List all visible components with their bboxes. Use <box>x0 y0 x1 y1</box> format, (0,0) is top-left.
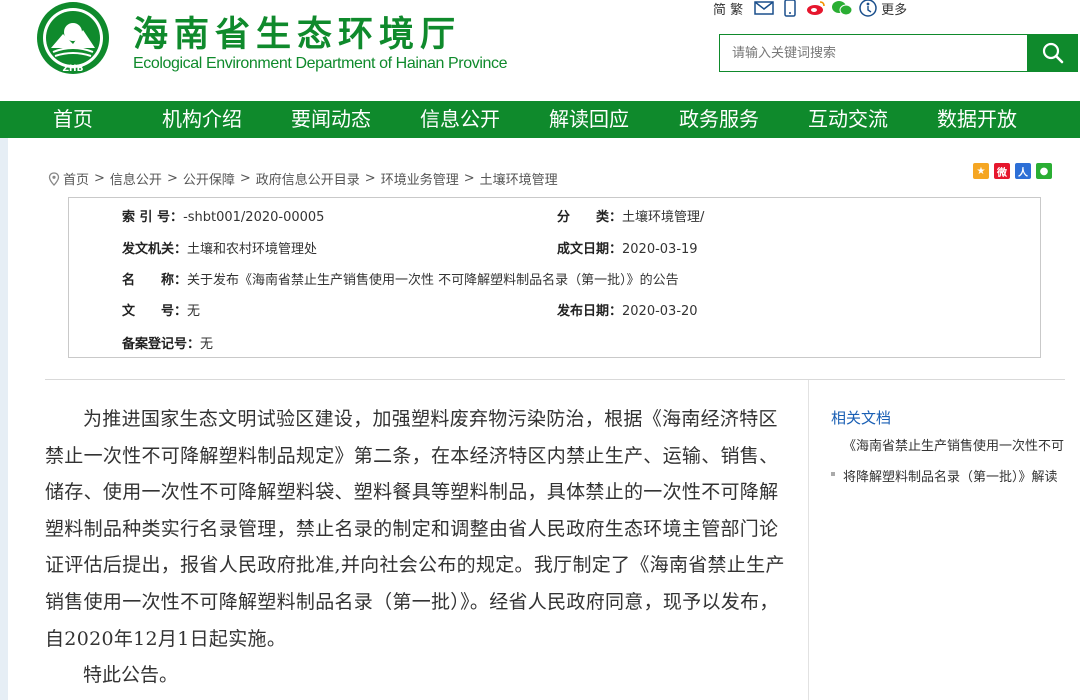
weibo-share-icon[interactable]: 微 <box>994 163 1010 179</box>
site-logo-emblem[interactable]: ZHB <box>33 0 113 80</box>
breadcrumb-soil[interactable]: 土壤环境管理 <box>480 169 558 188</box>
site-header: ZHB 海南省生态环境厅 Ecological Environment Depa… <box>0 0 1080 101</box>
breadcrumb-separator: > <box>166 171 178 186</box>
nav-item-home[interactable]: 首页 <box>53 101 93 138</box>
info-issuer-label: 发文机关： <box>122 242 188 257</box>
breadcrumb-disclosure[interactable]: 信息公开 <box>110 169 162 188</box>
wechat-share-icon[interactable]: ● <box>1036 163 1052 179</box>
info-index: 索 引 号：-shbt001/2020-00005 <box>122 206 324 225</box>
info-name: 名 称：关于发布《海南省禁止生产销售使用一次性 不可降解塑料制品名录（第一批）》… <box>122 269 679 288</box>
site-title[interactable]: 海南省生态环境厅 <box>133 6 461 57</box>
logo-text: ZHB <box>63 64 84 74</box>
wechat-icon[interactable] <box>831 0 853 18</box>
sidebar-divider <box>808 380 809 700</box>
search-input[interactable] <box>720 35 1027 71</box>
nav-item-interpretation[interactable]: 解读回应 <box>549 101 629 138</box>
article-paragraph: 为推进国家生态文明试验区建设，加强塑料废弃物污染防治，根据《海南经济特区禁止一次… <box>45 408 785 650</box>
info-name-value: 关于发布《海南省禁止生产销售使用一次性 不可降解塑料制品名录（第一批）》的公告 <box>187 273 679 288</box>
breadcrumb-separator: > <box>239 171 251 186</box>
language-switch[interactable]: 简 繁 <box>713 0 743 18</box>
location-pin-icon <box>48 171 60 186</box>
search-icon <box>1042 42 1064 64</box>
breadcrumb-home[interactable]: 首页 <box>63 169 89 188</box>
search-field-wrapper <box>719 34 1028 72</box>
article-closing: 特此公告。 <box>83 664 179 687</box>
breadcrumb-assurance[interactable]: 公开保障 <box>183 169 235 188</box>
breadcrumb-env-management[interactable]: 环境业务管理 <box>381 169 459 188</box>
info-docno-label: 文 号： <box>122 304 188 319</box>
document-info-box: 索 引 号：-shbt001/2020-00005 分 类：土壤环境管理/ 发文… <box>68 197 1041 358</box>
info-issuer: 发文机关：土壤和农村环境管理处 <box>122 238 317 257</box>
breadcrumb-catalog[interactable]: 政府信息公开目录 <box>256 169 360 188</box>
related-docs-title: 相关文档 <box>831 409 892 427</box>
nav-item-interaction[interactable]: 互动交流 <box>808 101 888 138</box>
nav-item-disclosure[interactable]: 信息公开 <box>420 101 500 138</box>
info-created-label: 成文日期： <box>557 242 623 257</box>
info-docno: 文 号：无 <box>122 300 200 319</box>
utility-bar: 简 繁 更多 <box>713 0 907 19</box>
nav-item-services[interactable]: 政务服务 <box>679 101 759 138</box>
site-title-english: Ecological Environment Department of Hai… <box>133 55 508 72</box>
info-published-value: 2020-03-20 <box>622 304 698 319</box>
info-published: 发布日期：2020-03-20 <box>557 300 698 319</box>
info-name-label: 名 称： <box>122 273 188 288</box>
info-record-value: 无 <box>200 337 214 352</box>
info-record-label: 备案登记号： <box>122 337 201 352</box>
breadcrumb-separator: > <box>94 171 105 186</box>
share-bar: ★ 微 人 ● <box>973 163 1057 179</box>
info-docno-value: 无 <box>187 304 201 319</box>
more-link[interactable]: 更多 <box>881 0 907 18</box>
breadcrumb: 首页 > 信息公开 > 公开保障 > 政府信息公开目录 > 环境业务管理 > 土… <box>48 169 558 188</box>
nav-item-open-data[interactable]: 数据开放 <box>937 101 1017 138</box>
breadcrumb-separator: > <box>463 171 475 186</box>
mail-icon[interactable] <box>753 0 775 18</box>
info-index-value: -shbt001/2020-00005 <box>183 210 325 225</box>
info-created: 成文日期：2020-03-19 <box>557 238 698 257</box>
related-doc-bullet <box>831 472 835 476</box>
info-record: 备案登记号：无 <box>122 333 213 352</box>
info-published-label: 发布日期： <box>557 304 623 319</box>
breadcrumb-separator: > <box>364 171 376 186</box>
info-index-label: 索 引 号： <box>122 210 184 225</box>
nav-item-about[interactable]: 机构介绍 <box>162 101 242 138</box>
mobile-icon[interactable] <box>779 0 801 18</box>
info-category-value: 土壤环境管理/ <box>622 210 705 225</box>
qzone-share-icon[interactable]: ★ <box>973 163 989 179</box>
weibo-icon[interactable] <box>805 0 827 18</box>
content-divider <box>45 379 1065 380</box>
nav-item-news[interactable]: 要闻动态 <box>291 101 371 138</box>
main-nav: 首页 机构介绍 要闻动态 信息公开 解读回应 政务服务 互动交流 数据开放 <box>0 101 1080 138</box>
info-category: 分 类：土壤环境管理/ <box>557 206 704 225</box>
related-doc-link[interactable]: 《海南省禁止生产销售使用一次性不可将降解塑料制品名录（第一批）》解读 <box>843 432 1069 493</box>
article-body: 为推进国家生态文明试验区建设，加强塑料废弃物污染防治，根据《海南经济特区禁止一次… <box>45 401 785 694</box>
renren-share-icon[interactable]: 人 <box>1015 163 1031 179</box>
page-edge-strip <box>0 138 8 700</box>
search-button[interactable] <box>1028 34 1078 72</box>
info-created-value: 2020-03-19 <box>622 242 698 257</box>
info-issuer-value: 土壤和农村环境管理处 <box>187 242 318 257</box>
info-category-label: 分 类： <box>557 210 623 225</box>
accessibility-icon[interactable] <box>857 0 879 18</box>
